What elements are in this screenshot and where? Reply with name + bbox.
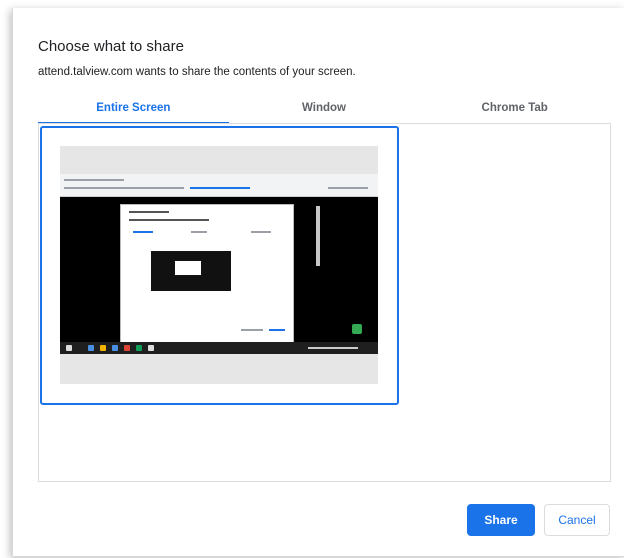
thumbnail-taskbar <box>60 342 378 354</box>
thumbnail-green-icon <box>352 324 362 334</box>
share-button[interactable]: Share <box>467 504 535 536</box>
thumbnail-scrollbar <box>316 206 320 266</box>
screen-thumbnail-icon <box>60 146 378 384</box>
dialog-subtitle: attend.talview.com wants to share the co… <box>38 66 356 78</box>
thumbnail-dialog <box>120 204 294 344</box>
thumbnail-browser <box>60 174 378 352</box>
tab-entire-screen[interactable]: Entire Screen <box>38 100 229 124</box>
source-panel <box>38 123 611 482</box>
thumbnail-chrome-bar <box>60 174 322 197</box>
thumbnail-preview <box>151 251 231 291</box>
dialog-title: Choose what to share <box>38 38 184 55</box>
tab-bar: Entire Screen Window Chrome Tab <box>38 100 610 124</box>
tab-chrome-tab[interactable]: Chrome Tab <box>419 100 610 124</box>
share-dialog: Choose what to share attend.talview.com … <box>12 8 624 557</box>
cancel-button[interactable]: Cancel <box>544 504 610 536</box>
entire-screen-option[interactable] <box>40 126 399 405</box>
thumbnail-chrome-bar-right <box>322 174 378 197</box>
tab-window[interactable]: Window <box>229 100 420 124</box>
